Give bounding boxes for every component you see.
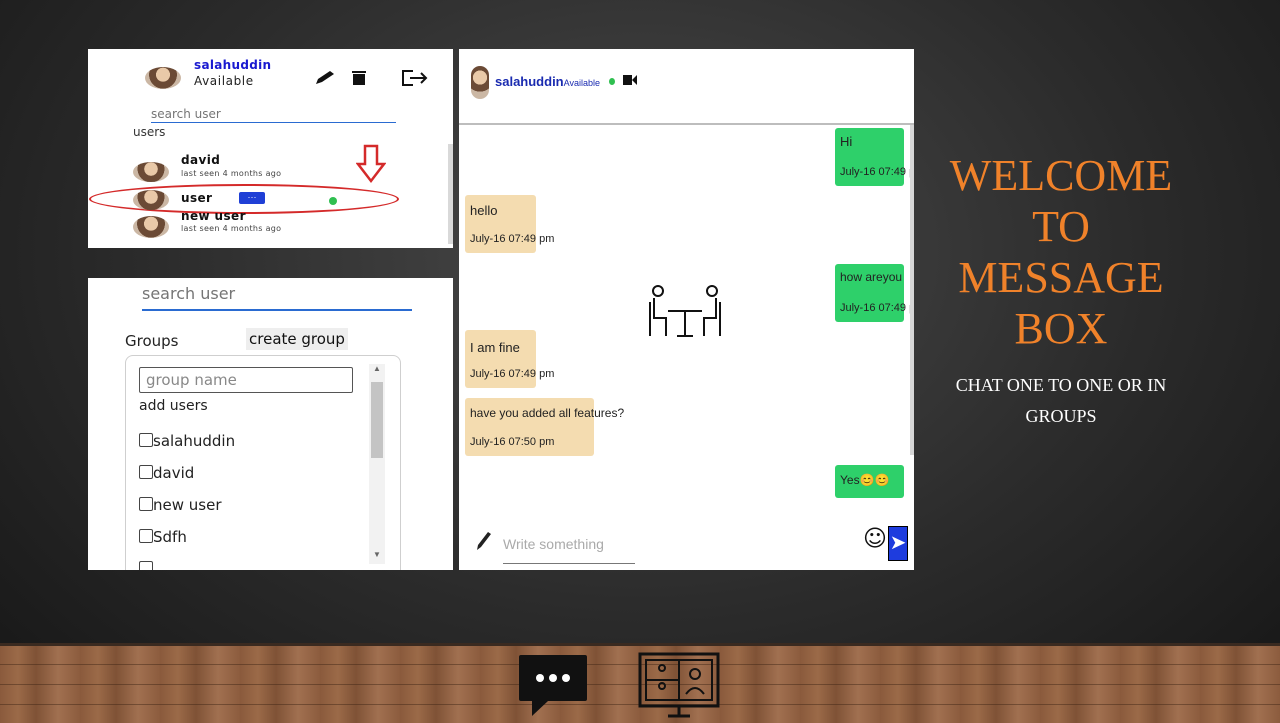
checkbox[interactable] — [139, 561, 153, 570]
checkbox[interactable] — [139, 433, 153, 447]
message-bubble: I am fine July-16 07:49 pm — [465, 330, 554, 388]
pencil-icon — [477, 532, 491, 550]
scrollbar-thumb[interactable] — [371, 382, 383, 458]
last-seen-text: last seen 4 months ago — [181, 224, 282, 233]
message-bubble: have you added all features? July-16 07:… — [465, 398, 624, 456]
message-time: July-16 07:49 pm — [840, 166, 914, 178]
add-users-label: add users — [139, 398, 208, 414]
message-time: July-16 07:49 pm — [470, 368, 555, 380]
avatar[interactable] — [133, 216, 169, 238]
message-time: July-16 07:49 pm — [840, 302, 914, 314]
user-name[interactable]: new user — [181, 209, 246, 223]
message-text: Hi — [840, 134, 853, 149]
message-text: have you added all features? — [470, 406, 625, 420]
message-bubble: hello July-16 07:49 pm — [465, 195, 554, 253]
current-user-status: Available — [194, 74, 254, 88]
checkbox[interactable] — [139, 465, 153, 479]
search-input[interactable] — [151, 106, 396, 123]
avatar[interactable] — [471, 66, 489, 99]
last-seen-text: last seen 4 months ago — [181, 169, 282, 178]
avatar[interactable] — [145, 67, 181, 89]
checkbox[interactable] — [139, 529, 153, 543]
online-status-dot — [329, 197, 337, 205]
logout-icon[interactable] — [401, 70, 429, 86]
avatar[interactable] — [133, 190, 169, 210]
message-bubble: how areyou July-16 07:49 pm — [835, 264, 914, 322]
video-camera-icon[interactable] — [623, 73, 637, 87]
message-time: July-16 07:50 pm — [470, 436, 555, 448]
chat-header: salahuddinAvailable — [459, 49, 914, 125]
create-group-form: group name add users salahuddin david ne… — [125, 355, 401, 570]
member-checkbox-row[interactable] — [139, 560, 153, 570]
member-name: new user — [153, 496, 222, 514]
scrollbar[interactable] — [448, 144, 453, 244]
message-text: Yes😊😊 — [840, 473, 890, 487]
meeting-icon — [649, 285, 721, 337]
message-text: I am fine — [470, 340, 520, 355]
scrollbar[interactable]: ▲ ▼ — [369, 364, 385, 564]
message-bubble: Hi July-16 07:49 pm — [835, 128, 914, 186]
user-name[interactable]: david — [181, 153, 220, 167]
contact-name: salahuddinAvailable — [495, 74, 600, 89]
message-input[interactable]: Write something — [503, 536, 604, 552]
group-panel: Groups create group group name add users… — [88, 278, 453, 570]
member-name: salahuddin — [153, 432, 236, 450]
avatar[interactable] — [133, 162, 169, 182]
video-conference-icon — [638, 652, 720, 718]
checkbox[interactable] — [139, 497, 153, 511]
chat-panel: salahuddinAvailable Hi July-16 07:49 pm … — [459, 49, 914, 570]
member-name: david — [153, 464, 195, 482]
online-status-dot — [609, 78, 615, 85]
member-checkbox-row[interactable]: new user — [139, 496, 222, 514]
emoji-icon[interactable]: ☺ — [863, 526, 887, 552]
current-user-name: salahuddin — [194, 58, 272, 72]
trash-icon[interactable] — [350, 70, 368, 86]
users-section-label: users — [133, 125, 166, 139]
slide-title: WELCOME TO MESSAGE BOX — [949, 151, 1173, 353]
create-group-button[interactable]: create group — [246, 328, 348, 350]
slide-tagline: CHAT ONE TO ONE OR IN GROUPS — [955, 375, 1167, 426]
contact-status: Available — [563, 78, 600, 88]
message-text: how areyou — [840, 270, 903, 284]
scrollbar[interactable] — [910, 125, 914, 455]
user-list-panel: salahuddin Available users david last se… — [88, 49, 453, 248]
user-name[interactable]: user — [181, 191, 212, 205]
message-time: July-16 07:49 pm — [470, 233, 555, 245]
group-name-field[interactable]: group name — [139, 367, 353, 393]
member-checkbox-row[interactable]: salahuddin — [139, 432, 235, 450]
search-input[interactable] — [142, 282, 412, 311]
input-underline — [503, 563, 635, 564]
message-badge: ··· — [239, 192, 265, 204]
message-bubble: Yes😊😊 — [835, 465, 904, 498]
send-button[interactable]: ➤ — [888, 526, 908, 561]
pencil-icon[interactable] — [314, 70, 338, 86]
chat-bubble-icon — [519, 655, 587, 716]
message-text: hello — [470, 203, 498, 218]
down-arrow-icon — [356, 144, 386, 184]
member-checkbox-row[interactable]: david — [139, 464, 194, 482]
groups-tab[interactable]: Groups — [125, 332, 178, 350]
member-checkbox-row[interactable]: Sdfh — [139, 528, 187, 546]
member-name: Sdfh — [153, 528, 187, 546]
